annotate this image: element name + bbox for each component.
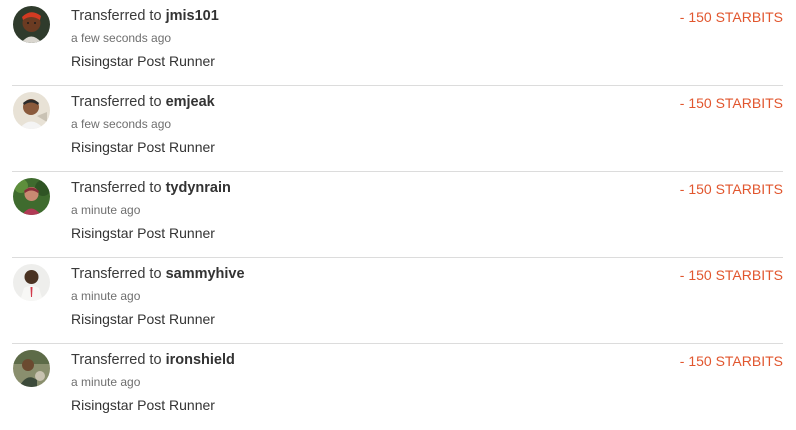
transfer-row: Transferred to jmis101 a few seconds ago… xyxy=(12,0,783,86)
transfer-title: Transferred to tydynrain xyxy=(71,179,231,197)
transfer-row: Transferred to sammyhive a minute ago Ri… xyxy=(12,258,783,344)
transfer-memo: Risingstar Post Runner xyxy=(71,53,215,69)
transfer-row: Transferred to ironshield a minute ago R… xyxy=(12,344,783,430)
transfer-prefix: Transferred to xyxy=(71,94,162,110)
transfer-timestamp: a few seconds ago xyxy=(71,31,172,45)
transfer-row: Transferred to tydynrain a minute ago Ri… xyxy=(12,172,783,258)
user-avatar-icon[interactable] xyxy=(13,92,50,129)
recipient-username-link[interactable]: tydynrain xyxy=(166,180,231,196)
user-avatar-icon[interactable] xyxy=(13,350,50,387)
transfer-row: Transferred to emjeak a few seconds ago … xyxy=(12,86,783,172)
transfer-amount: - 150 STARBITS xyxy=(679,181,783,197)
transfer-memo: Risingstar Post Runner xyxy=(71,397,215,413)
transfer-timestamp: a minute ago xyxy=(71,289,141,303)
transfer-timestamp: a minute ago xyxy=(71,203,141,217)
user-avatar-icon[interactable] xyxy=(13,178,50,215)
recipient-username-link[interactable]: jmis101 xyxy=(166,8,219,24)
transfer-history-list: Transferred to jmis101 a few seconds ago… xyxy=(0,0,796,424)
transfer-memo: Risingstar Post Runner xyxy=(71,139,215,155)
transfer-amount: - 150 STARBITS xyxy=(679,267,783,283)
transfer-amount: - 150 STARBITS xyxy=(679,353,783,369)
transfer-title: Transferred to jmis101 xyxy=(71,7,219,25)
recipient-username-link[interactable]: sammyhive xyxy=(166,266,245,282)
transfer-amount: - 150 STARBITS xyxy=(679,95,783,111)
transfer-timestamp: a minute ago xyxy=(71,375,141,389)
user-avatar-icon[interactable] xyxy=(13,6,50,43)
transfer-title: Transferred to ironshield xyxy=(71,351,235,369)
transfer-title: Transferred to emjeak xyxy=(71,93,215,111)
transfer-memo: Risingstar Post Runner xyxy=(71,225,215,241)
transfer-timestamp: a few seconds ago xyxy=(71,117,172,131)
user-avatar-icon[interactable] xyxy=(13,264,50,301)
transfer-memo: Risingstar Post Runner xyxy=(71,311,215,327)
transfer-prefix: Transferred to xyxy=(71,8,162,24)
transfer-prefix: Transferred to xyxy=(71,266,162,282)
transfer-prefix: Transferred to xyxy=(71,352,162,368)
recipient-username-link[interactable]: emjeak xyxy=(166,94,215,110)
transfer-amount: - 150 STARBITS xyxy=(679,9,783,25)
recipient-username-link[interactable]: ironshield xyxy=(166,352,235,368)
transfer-prefix: Transferred to xyxy=(71,180,162,196)
transfer-title: Transferred to sammyhive xyxy=(71,265,245,283)
